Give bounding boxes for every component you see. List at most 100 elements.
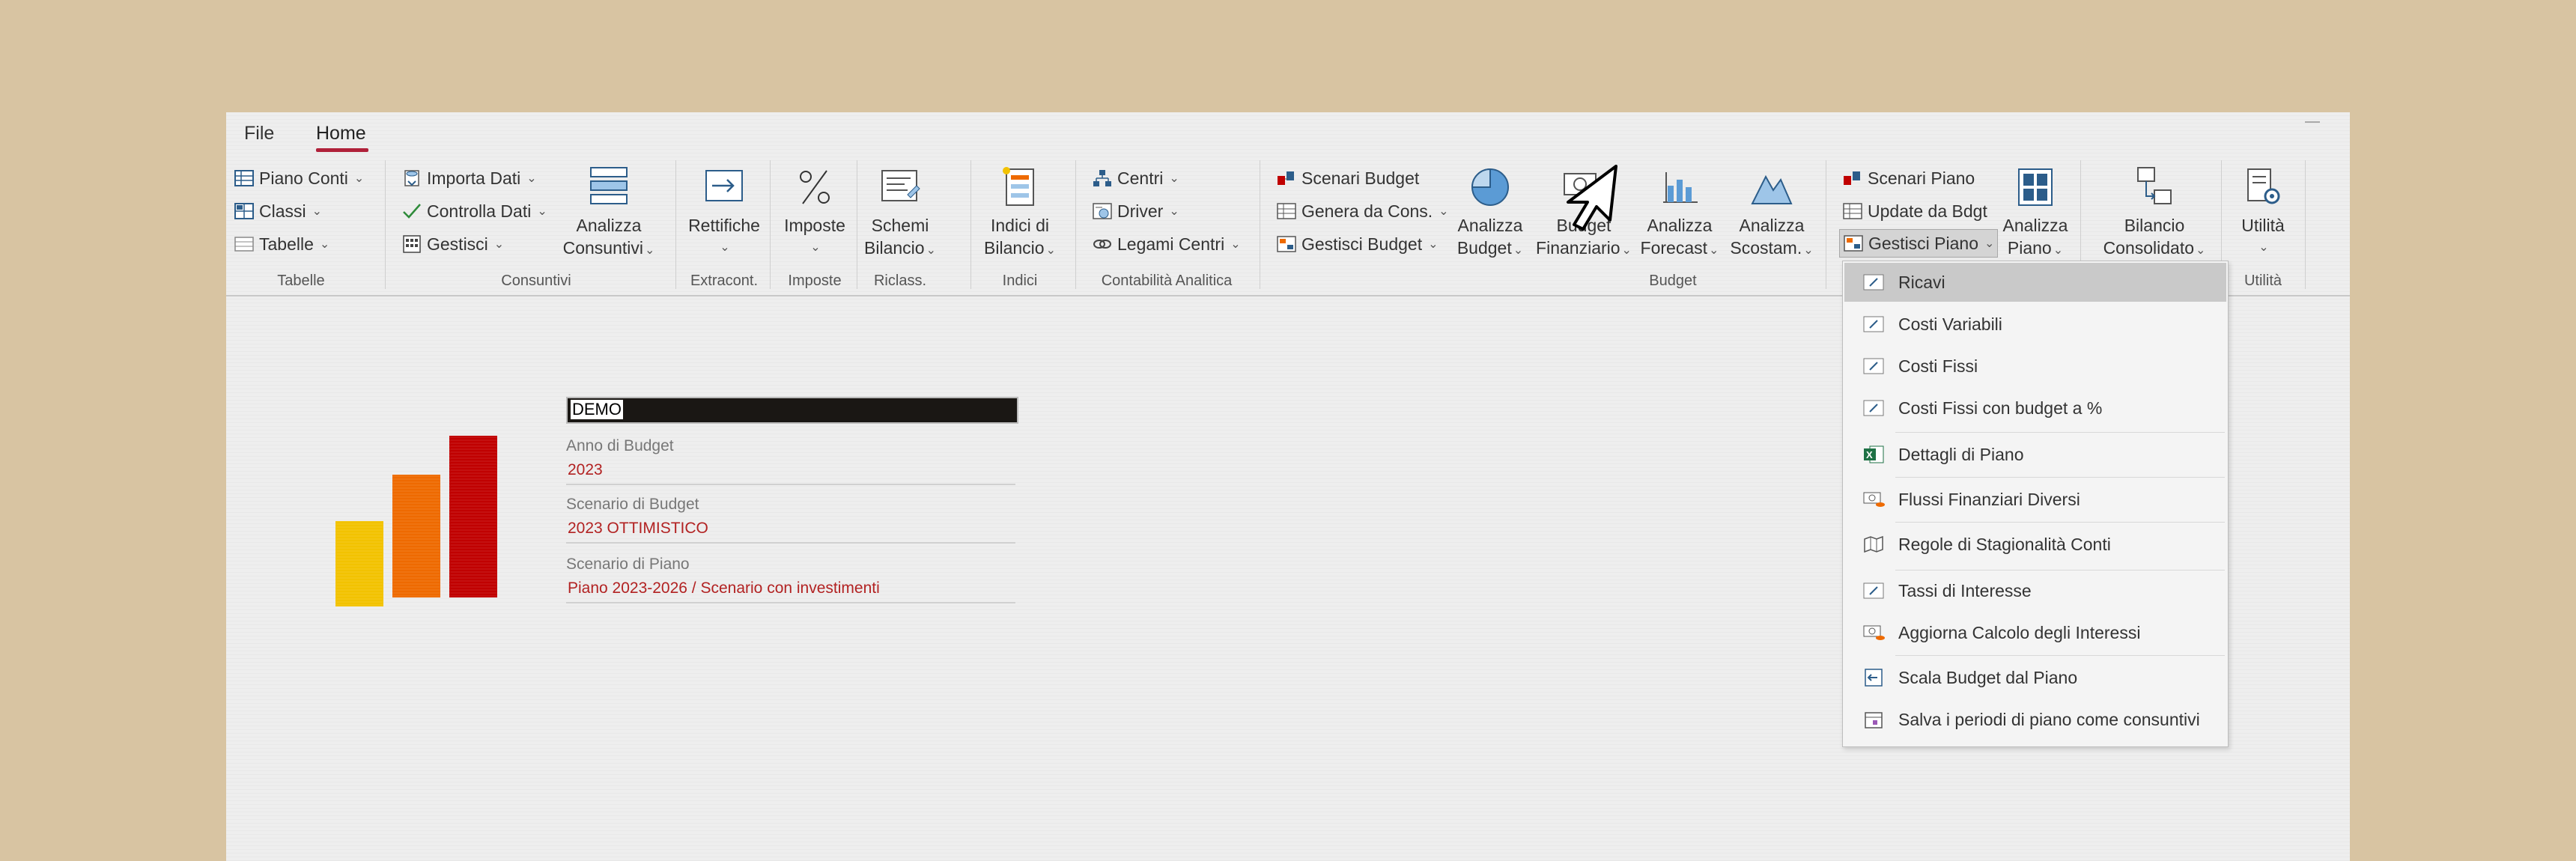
menu-item-ricavi[interactable]: Ricavi [1844, 263, 2226, 302]
chevron-down-icon: ⌄ [526, 172, 537, 185]
imposte-button[interactable]: Imposte ⌄ [777, 162, 852, 259]
scenario-icon [1844, 171, 1860, 185]
group-separator [1075, 160, 1076, 289]
gestisci-budget-label: Gestisci Budget [1301, 234, 1423, 254]
indici-bilancio-button[interactable]: Indici di Bilancio ⌄ [975, 162, 1065, 262]
menu-item-dettagli-piano[interactable]: X Dettagli di Piano [1844, 435, 2226, 474]
analizza-scostam-label1: Analizza [1739, 216, 1805, 235]
genera-da-cons-button[interactable]: Genera da Cons. ⌄ [1276, 198, 1449, 225]
classi-button[interactable]: Classi ⌄ [234, 198, 322, 225]
field-label-scenario-budget: Scenario di Budget [566, 496, 699, 513]
manage-plan-icon [1844, 235, 1863, 252]
analizza-consuntivi-button[interactable]: Analizza Consuntivi ⌄ [560, 162, 657, 262]
indici-label1: Indici di [991, 216, 1049, 235]
group-label-indici: Indici [1002, 273, 1038, 289]
utilita-button[interactable]: Utilità ⌄ [2226, 162, 2300, 259]
gestisci-piano-dropdown: Ricavi Costi Variabili Costi Fissi Costi… [1842, 261, 2229, 747]
update-da-bdgt-button[interactable]: Update da Bdgt [1842, 198, 1987, 225]
analizza-piano-label2: Piano [2007, 238, 2052, 258]
group-separator [970, 160, 971, 289]
menu-item-label: Aggiorna Calcolo degli Interessi [1898, 622, 2141, 642]
menu-separator [1895, 655, 2225, 656]
minimize-icon[interactable] [2305, 121, 2320, 123]
menu-item-regole-stagionalita[interactable]: Regole di Stagionalità Conti [1844, 525, 2226, 564]
rettifiche-label: Rettifiche [688, 216, 760, 235]
analizza-scostam-button[interactable]: Analizza Scostam. ⌄ [1727, 162, 1817, 262]
gestisci-budget-button[interactable]: Gestisci Budget ⌄ [1276, 231, 1439, 258]
analizza-forecast-button[interactable]: Analizza Forecast ⌄ [1638, 162, 1721, 262]
chevron-down-icon: ⌄ [926, 244, 936, 257]
chevron-down-icon: ⌄ [319, 238, 330, 251]
form-icon [1863, 400, 1884, 416]
menu-bar: File Home [226, 112, 2350, 154]
menu-item-tassi-interesse[interactable]: Tassi di Interesse [1844, 571, 2226, 610]
analizza-piano-button[interactable]: Analizza Piano ⌄ [1998, 162, 2073, 262]
piano-conti-button[interactable]: Piano Conti ⌄ [234, 165, 364, 192]
menu-item-flussi-finanziari[interactable]: Flussi Finanziari Diversi [1844, 480, 2226, 519]
scenari-piano-button[interactable]: Scenari Piano [1842, 165, 1975, 192]
import-icon [404, 170, 419, 186]
active-tab-indicator [316, 148, 368, 152]
tab-file[interactable]: File [244, 123, 274, 144]
menu-separator [1895, 477, 2225, 478]
chevron-down-icon: ⌄ [1709, 244, 1719, 257]
schemi-bilancio-button[interactable]: Schemi Bilancio ⌄ [863, 162, 938, 262]
bilancio-consolidato-button[interactable]: Bilancio Consolidato ⌄ [2091, 162, 2218, 262]
centri-button[interactable]: Centri ⌄ [1092, 165, 1179, 192]
menu-item-salva-periodi[interactable]: Salva i periodi di piano come consuntivi [1844, 700, 2226, 739]
pie-chart-icon [1471, 168, 1509, 206]
menu-item-aggiorna-interessi[interactable]: Aggiorna Calcolo degli Interessi [1844, 613, 2226, 652]
tabelle-button[interactable]: Tabelle ⌄ [234, 231, 329, 258]
menu-item-costi-fissi[interactable]: Costi Fissi [1844, 347, 2226, 386]
menu-item-label: Salva i periodi di piano come consuntivi [1898, 709, 2200, 729]
chevron-down-icon: ⌄ [1439, 205, 1449, 218]
group-separator [2305, 160, 2306, 289]
legami-centri-button[interactable]: Legami Centri ⌄ [1092, 231, 1241, 258]
manage-budget-icon [1277, 236, 1296, 252]
menu-item-costi-fissi-percent[interactable]: Costi Fissi con budget a % [1844, 389, 2226, 428]
schema-icon [881, 170, 920, 201]
analizza-budget-button[interactable]: Analizza Budget ⌄ [1453, 162, 1528, 262]
menu-item-label: Dettagli di Piano [1898, 444, 2024, 464]
bilancio-label: Bilancio [864, 238, 925, 258]
analizza-forecast-label2: Forecast [1640, 238, 1708, 258]
field-divider [566, 484, 1015, 485]
chevron-down-icon: ⌄ [493, 238, 505, 251]
controlla-dati-button[interactable]: Controlla Dati ⌄ [401, 198, 547, 225]
chevron-down-icon: ⌄ [1169, 172, 1179, 185]
consolidated-icon [2137, 167, 2172, 204]
analizza-consuntivi-label1: Analizza [576, 216, 642, 235]
gestisci-consuntivi-button[interactable]: Gestisci ⌄ [401, 231, 504, 258]
scenari-budget-button[interactable]: Scenari Budget [1276, 165, 1419, 192]
update-table-icon [1843, 203, 1862, 219]
field-value-scenario-budget[interactable]: 2023 OTTIMISTICO [568, 520, 708, 538]
form-icon [1863, 316, 1884, 332]
genera-label: Genera da Cons. [1301, 201, 1433, 221]
menu-item-scala-budget[interactable]: Scala Budget dal Piano [1844, 658, 2226, 697]
rettifiche-button[interactable]: Rettifiche ⌄ [683, 162, 765, 259]
chevron-down-icon: ⌄ [2196, 244, 2206, 257]
menu-separator [1895, 432, 2225, 433]
bilancio-consolidato-label1: Bilancio [2124, 216, 2185, 235]
form-icon [1863, 358, 1884, 374]
field-value-scenario-piano[interactable]: Piano 2023-2026 / Scenario con investime… [568, 579, 880, 597]
budget-finanziario-label2: Finanziario [1536, 238, 1620, 258]
svg-text:X: X [1866, 449, 1873, 460]
bilancio-consolidato-label2: Consolidato [2103, 238, 2195, 258]
group-label-riclass: Riclass. [873, 273, 926, 289]
menu-item-costi-variabili[interactable]: Costi Variabili [1844, 305, 2226, 344]
app-window: File Home Piano Conti ⌄ Classi ⌄ Tabelle ⌄ … [226, 112, 2350, 861]
menu-item-label: Regole di Stagionalità Conti [1898, 534, 2111, 554]
field-value-anno[interactable]: 2023 [568, 461, 603, 479]
importa-dati-button[interactable]: Importa Dati ⌄ [401, 165, 537, 192]
imposte-label: Imposte [784, 216, 845, 235]
tab-home[interactable]: Home [316, 123, 366, 144]
bar-chart-icon [1663, 172, 1698, 203]
gestisci-piano-button[interactable]: Gestisci Piano ⌄ [1839, 229, 1999, 258]
settings-list-icon [2247, 168, 2280, 204]
menu-item-label: Tassi di Interesse [1898, 580, 2032, 600]
company-name-field[interactable]: DEMO [566, 397, 1018, 424]
analizza-budget-label2: Budget [1456, 238, 1512, 258]
driver-button[interactable]: Driver ⌄ [1092, 198, 1179, 225]
schemi-label: Schemi [871, 216, 929, 235]
